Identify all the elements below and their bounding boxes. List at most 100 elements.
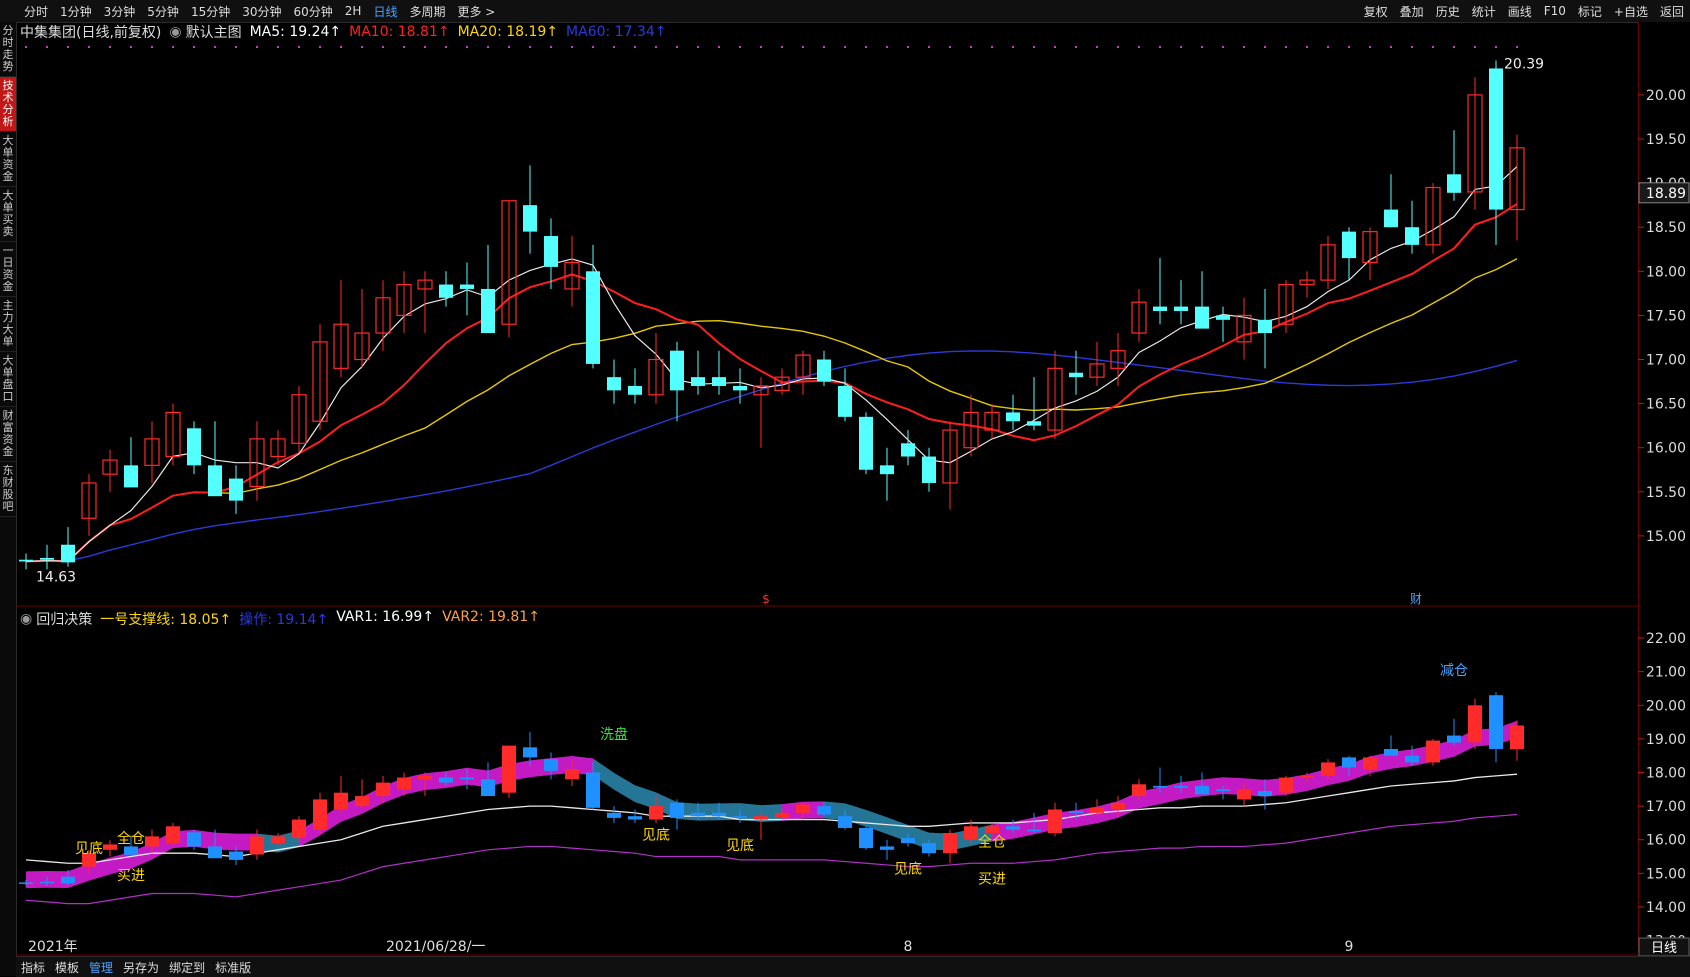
bottom-tab[interactable]: 另存为: [123, 959, 159, 976]
bottom-tab[interactable]: 绑定到: [169, 959, 205, 976]
guide-dot: [760, 46, 762, 48]
guide-dot: [1222, 46, 1224, 48]
guide-dot: [1348, 46, 1350, 48]
sub-candle-body: [1468, 705, 1482, 743]
y-tick-label: 22.00: [1646, 631, 1686, 647]
guide-dot: [991, 46, 993, 48]
sub-candle-body: [859, 827, 873, 849]
sub-candle-body: [145, 836, 159, 847]
sub-candle-body: [1426, 740, 1440, 763]
y-tick-label: 18.50: [1646, 220, 1686, 236]
candle-body: [1027, 421, 1041, 426]
y-tick-label: 20.00: [1646, 88, 1686, 104]
sub-candle-body: [1237, 789, 1251, 800]
x-axis-label: 2021/06/28/一: [386, 939, 485, 955]
trend-ribbon: [26, 870, 47, 889]
guide-dot: [1096, 46, 1098, 48]
settings-icon[interactable]: ◉: [169, 24, 181, 40]
candle-body: [1216, 315, 1230, 320]
candle-body: [838, 385, 852, 417]
template-name[interactable]: 默认主图: [186, 22, 242, 42]
guide-dot: [802, 46, 804, 48]
sub-candle-body: [271, 836, 285, 844]
sub-candle-body: [1027, 829, 1041, 832]
guide-dot: [46, 46, 48, 48]
trend-ribbon: [698, 803, 719, 821]
candle-body: [901, 443, 915, 457]
candle-body: [1069, 372, 1083, 378]
sub-candle-body: [670, 802, 684, 818]
y-tick-label: 16.00: [1646, 441, 1686, 457]
dividend-marker: $: [762, 592, 770, 606]
sub-candle-body: [1321, 762, 1335, 776]
bottom-tab[interactable]: 管理: [89, 959, 113, 976]
sub-candle-body: [208, 846, 222, 859]
sub-candle-body: [796, 804, 810, 813]
sub-candle-body: [838, 816, 852, 828]
y-tick-label: 15.00: [1646, 529, 1686, 545]
guide-dot: [739, 46, 741, 48]
bottom-tab[interactable]: 指标: [21, 959, 45, 976]
sub-candle-body: [607, 812, 621, 818]
sub-candle-body: [40, 881, 54, 884]
guide-dot: [403, 46, 405, 48]
guide-dot: [214, 46, 216, 48]
candle-body: [40, 557, 54, 560]
guide-dot: [487, 46, 489, 48]
guide-dot: [928, 46, 930, 48]
x-axis-label: 8: [904, 939, 913, 955]
guide-dot: [1495, 46, 1497, 48]
guide-dot: [550, 46, 552, 48]
candle-body: [817, 359, 831, 382]
sub-candle-body: [523, 747, 537, 758]
guide-dot: [697, 46, 699, 48]
sub-candle-body: [1195, 785, 1209, 795]
sub-candle-body: [460, 777, 474, 780]
candle-body: [1405, 227, 1419, 245]
bottom-tab[interactable]: 模板: [55, 959, 79, 976]
guide-dot: [1243, 46, 1245, 48]
guide-dot: [424, 46, 426, 48]
candle-body: [229, 478, 243, 501]
guide-dot: [109, 46, 111, 48]
guide-dot: [781, 46, 783, 48]
sub-candle-body: [334, 792, 348, 810]
signal-annotation: 见底: [894, 861, 922, 877]
sub-candle-body: [628, 816, 642, 820]
guide-dot: [172, 46, 174, 48]
guide-dot: [1432, 46, 1434, 48]
sub-candle-body: [901, 838, 915, 844]
candle-body: [1195, 306, 1209, 329]
support-line: [25, 813, 1518, 905]
candle-body: [880, 465, 894, 475]
sub-candle-body: [103, 844, 117, 850]
sub-candle-body: [292, 819, 306, 839]
settings-icon[interactable]: ◉: [20, 611, 32, 627]
bottom-tab[interactable]: 标准版: [215, 959, 251, 976]
candle-body: [439, 284, 453, 298]
candle-body: [691, 377, 705, 386]
trend-ribbon: [635, 785, 656, 810]
sub-candle-body: [985, 826, 999, 834]
guide-dot: [508, 46, 510, 48]
candle-body: [1384, 209, 1398, 228]
guide-dot: [466, 46, 468, 48]
guide-dot: [298, 46, 300, 48]
candle-body: [208, 465, 222, 497]
sub-candle-body: [880, 846, 894, 850]
indicator-value: VAR2: 19.81↑: [442, 609, 540, 625]
guide-dot: [235, 46, 237, 48]
y-tick-label: 21.00: [1646, 665, 1686, 681]
low-label: 14.63: [36, 569, 76, 585]
guide-dot: [151, 46, 153, 48]
sub-candle-body: [1153, 785, 1167, 788]
guide-dot: [1306, 46, 1308, 48]
guide-dot: [130, 46, 132, 48]
ma-indicator-legend: MA5: 19.24↑ MA10: 18.81↑ MA20: 18.19↑ MA60:…: [250, 24, 675, 40]
guide-dot: [1411, 46, 1413, 48]
signal-annotation: 买进: [978, 871, 1006, 887]
sub-candle-body: [439, 777, 453, 783]
y-tick-label: 19.00: [1646, 732, 1686, 748]
sub-indicator-name[interactable]: 回归决策: [36, 609, 92, 629]
trend-ribbon: [68, 863, 89, 889]
